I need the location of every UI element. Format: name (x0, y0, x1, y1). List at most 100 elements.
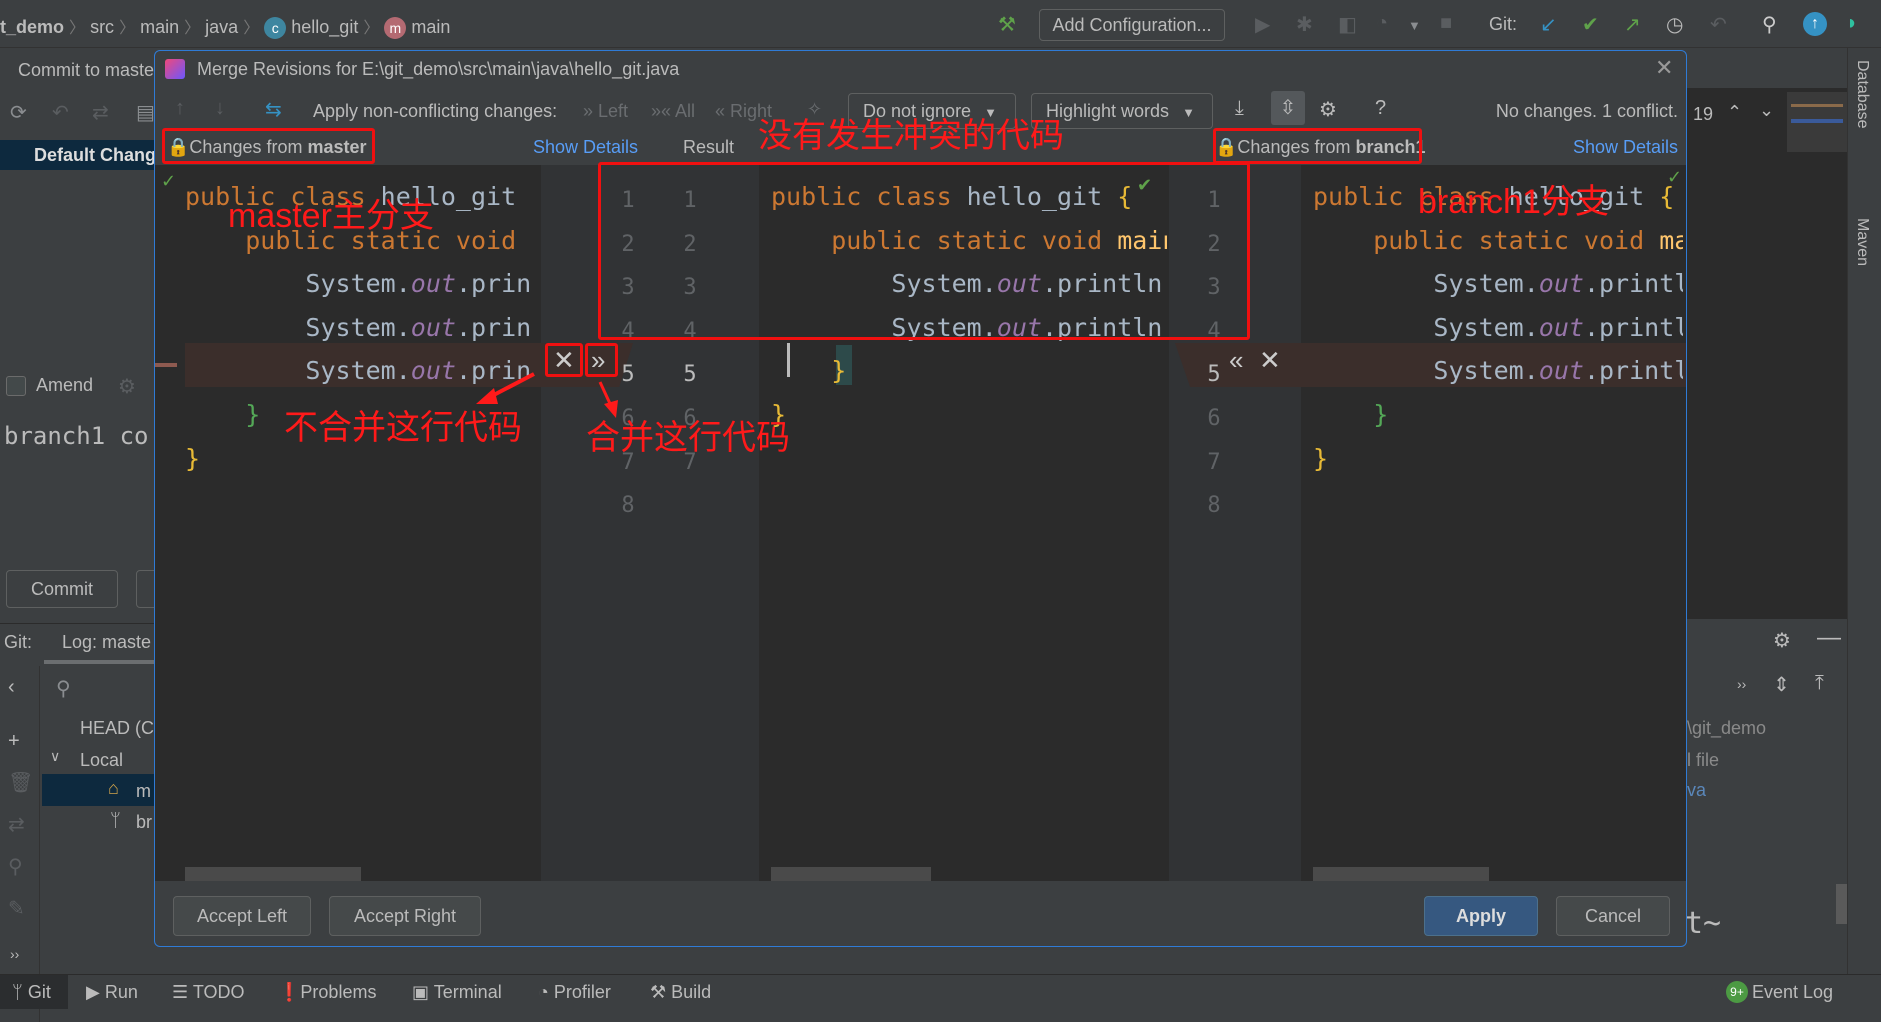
tree-file[interactable]: va (1687, 780, 1706, 801)
merge-icon[interactable]: ⇄ (8, 812, 25, 837)
apply-left-button[interactable]: » Left (583, 101, 628, 122)
code-token: } (185, 443, 201, 473)
todo-tool-button[interactable]: ☰ TODO (172, 982, 244, 1003)
chevron-down-icon[interactable]: ▼ (1408, 18, 1421, 33)
right-scrollbar[interactable] (1313, 867, 1489, 881)
breadcrumb-java[interactable]: java (205, 17, 238, 37)
git-commit-icon[interactable]: ✔ (1582, 12, 1599, 37)
collapse-left-icon[interactable]: ‹ (8, 676, 15, 699)
expand-icon[interactable]: ∨ (50, 748, 60, 765)
event-log-button[interactable]: Event Log (1752, 982, 1833, 1003)
profile-icon[interactable]: ◔ (1376, 12, 1388, 35)
default-changelist[interactable]: Default Chang (34, 145, 156, 166)
run-icon[interactable]: ▶ (1255, 12, 1270, 37)
chevron-up-icon[interactable]: ⌃ (1727, 102, 1742, 123)
tag-icon: ⌂ (108, 778, 119, 798)
git-push-icon[interactable]: ↗ (1624, 12, 1641, 37)
commit-tab[interactable]: Commit to maste (18, 60, 154, 81)
collapse-unchanged-icon[interactable]: ⤓ (1235, 97, 1244, 120)
annotation-no-conflict: 没有发生冲突的代码 (758, 117, 1064, 155)
amend-checkbox[interactable] (6, 376, 26, 396)
tree-file-count[interactable]: l file (1687, 750, 1719, 771)
coverage-icon[interactable]: ◧ (1338, 12, 1357, 37)
rollback-icon[interactable]: ↶ (1710, 12, 1727, 37)
breadcrumb-main[interactable]: main (140, 17, 179, 37)
result-scrollbar[interactable] (771, 867, 931, 881)
add-configuration-button[interactable]: Add Configuration... (1039, 9, 1225, 41)
previous-change-icon[interactable]: ↑ (175, 97, 185, 120)
magic-resolve-icon[interactable]: ⇆ (265, 97, 282, 122)
code-line: System.out.printl (1313, 306, 1683, 350)
breadcrumb-class[interactable]: hello_git (291, 17, 358, 37)
ide-update-icon[interactable]: ↑ (1803, 12, 1827, 36)
collapse-all-icon[interactable]: ⤒ (1815, 672, 1824, 695)
delete-icon[interactable]: 🗑 (8, 770, 33, 795)
close-icon[interactable]: ✕ (1655, 55, 1673, 81)
apply-all-button[interactable]: »« All (651, 101, 695, 122)
tool-window-maven[interactable]: Maven (1853, 218, 1871, 266)
sync-scroll-icon[interactable]: ⇳ (1271, 91, 1305, 125)
build-hammer-icon[interactable]: ⚒ (998, 12, 1016, 37)
gear-icon[interactable]: ⚙ (1773, 628, 1791, 653)
jetbrains-logo-icon[interactable]: ◗ (1846, 12, 1858, 35)
code-token: } (245, 399, 261, 429)
minimap[interactable] (1787, 92, 1847, 152)
accept-right-button[interactable]: Accept Right (329, 896, 481, 936)
more-icon[interactable]: ›› (10, 946, 19, 962)
more-icon[interactable]: ›› (1737, 676, 1746, 692)
build-tool-button[interactable]: ⚒ Build (650, 982, 711, 1003)
commit-button[interactable]: Commit (6, 570, 118, 608)
next-change-icon[interactable]: ↓ (215, 97, 225, 120)
accept-left-button[interactable]: Accept Left (173, 896, 311, 936)
expand-all-icon[interactable]: ⇕ (1773, 672, 1790, 697)
tree-root[interactable]: \git_demo (1687, 718, 1766, 739)
merge-icon[interactable]: ⇄ (92, 100, 109, 125)
tool-window-database[interactable]: Database (1853, 60, 1871, 129)
apply-button[interactable]: Apply (1424, 896, 1538, 936)
chevron-down-icon[interactable]: ⌄ (1759, 100, 1774, 121)
log-tab[interactable]: Log: maste (62, 632, 151, 653)
commit-message-input[interactable]: branch1 co (4, 422, 149, 450)
tree-branch-master[interactable]: m (136, 781, 151, 802)
breadcrumb-method[interactable]: main (411, 17, 450, 37)
code-line: } (771, 349, 1167, 393)
settings-gear-icon[interactable]: ⚙ (1319, 97, 1337, 122)
cancel-button[interactable]: Cancel (1556, 896, 1670, 936)
refresh-icon[interactable]: ⟳ (10, 100, 27, 125)
terminal-tool-button[interactable]: ▣ Terminal (412, 982, 502, 1003)
left-scrollbar[interactable] (185, 867, 361, 881)
problems-tool-button[interactable]: ❗Problems (278, 982, 376, 1003)
tree-branch-1[interactable]: br (136, 812, 152, 833)
git-tool-button[interactable]: ᛘ Git (12, 982, 51, 1003)
git-update-icon[interactable]: ↙ (1540, 12, 1557, 37)
pencil-icon[interactable]: ✎ (8, 896, 25, 921)
tree-local[interactable]: Local (80, 750, 123, 771)
code-line: public static void ma (1313, 219, 1683, 263)
add-branch-icon[interactable]: + (8, 730, 20, 753)
gear-icon[interactable]: ⚙ (118, 374, 136, 399)
breadcrumb-src[interactable]: src (90, 17, 114, 37)
breadcrumb-project[interactable]: t_demo (0, 17, 64, 37)
search-icon[interactable]: ⚲ (8, 854, 23, 879)
tree-head[interactable]: HEAD (C (80, 718, 154, 739)
help-icon[interactable]: ? (1375, 97, 1386, 120)
branch-search-icon[interactable]: ⚲ (56, 676, 71, 701)
minimize-icon[interactable]: — (1817, 624, 1841, 652)
show-details-right-link[interactable]: Show Details (1573, 137, 1678, 158)
search-icon[interactable]: ⚲ (1762, 12, 1777, 37)
history-icon[interactable]: ◷ (1666, 12, 1683, 37)
rollback-icon[interactable]: ↶ (52, 100, 69, 125)
accept-right-change-icon[interactable]: « (1229, 345, 1243, 376)
ignore-change-right-icon[interactable]: ✕ (1259, 345, 1281, 376)
profiler-tool-button[interactable]: ◔ Profiler (538, 982, 611, 1003)
code-token: System. (1433, 269, 1539, 299)
changelist-icon[interactable]: ▤ (136, 100, 155, 125)
stop-icon[interactable]: ■ (1440, 12, 1452, 35)
show-details-left-link[interactable]: Show Details (533, 137, 638, 158)
debug-icon[interactable]: ✱ (1296, 12, 1313, 37)
run-tool-button[interactable]: ▶ Run (86, 982, 138, 1003)
